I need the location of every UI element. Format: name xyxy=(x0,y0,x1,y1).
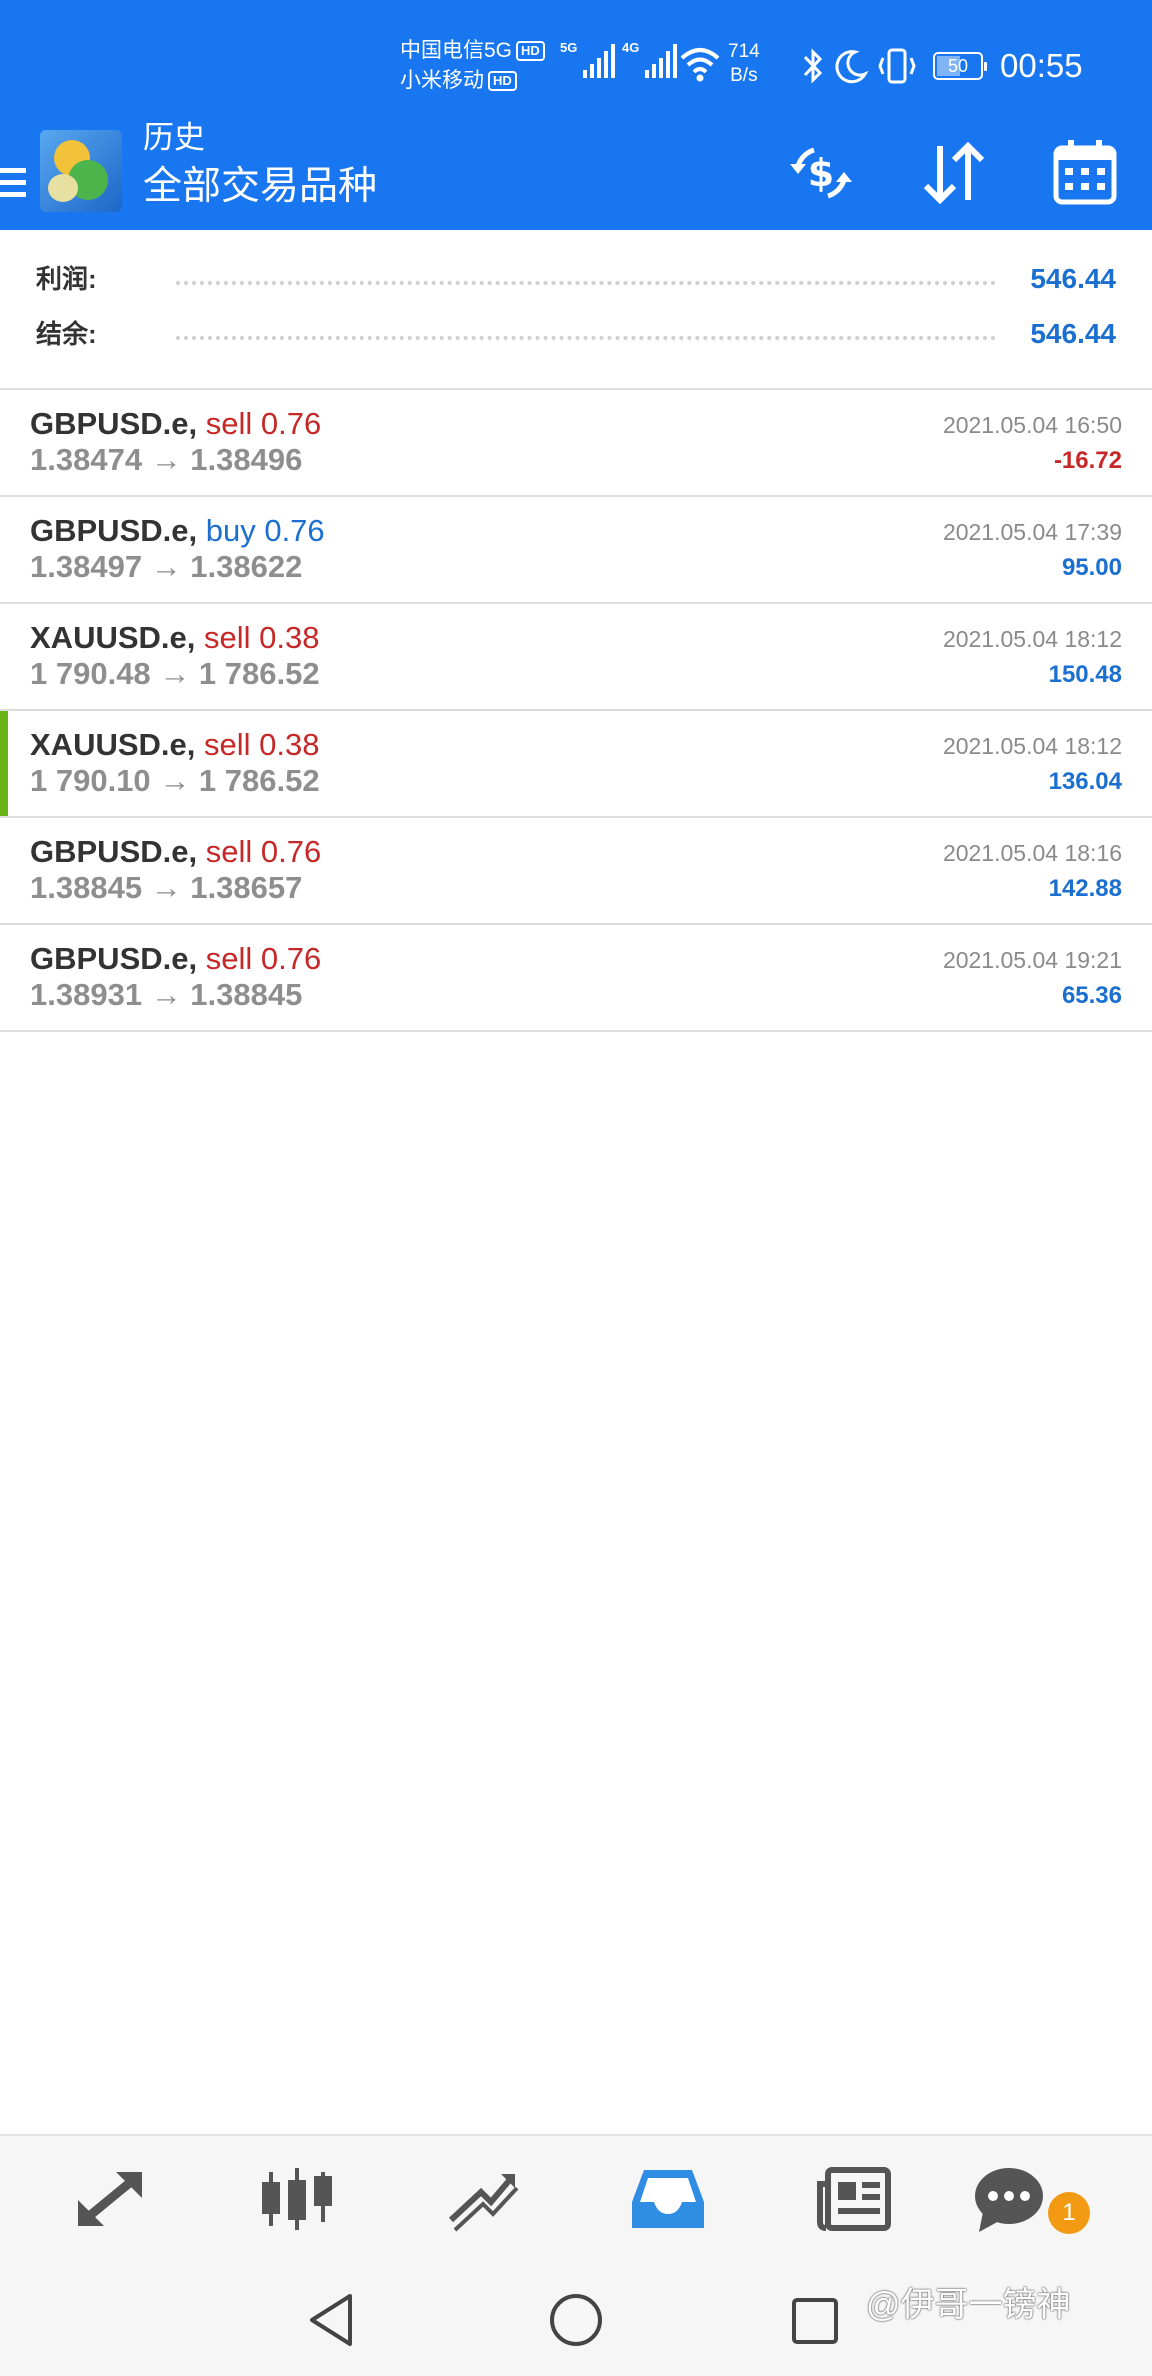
dotted-leader xyxy=(176,336,996,340)
trade-side: sell 0.76 xyxy=(205,834,322,869)
trade-prices: 1 790.10 → 1 786.52 xyxy=(30,763,320,798)
trade-time: 2021.05.04 18:16 xyxy=(942,840,1122,866)
trade-side: sell 0.76 xyxy=(205,406,322,441)
trade-profit: 95.00 xyxy=(1061,554,1122,581)
clock: 00:55 xyxy=(1000,47,1083,84)
symbol-filter[interactable]: 全部交易品种 xyxy=(143,162,377,212)
trade-prices: 1.38474 → 1.38496 xyxy=(30,442,303,477)
signal-4g-icon: 4G xyxy=(622,40,678,78)
page-title: 历史 xyxy=(143,120,205,155)
trade-row[interactable]: GBPUSD.e, buy 0.76 1.38497 → 1.38622 202… xyxy=(0,497,1152,604)
dotted-leader xyxy=(176,281,996,285)
trade-time: 2021.05.04 19:21 xyxy=(942,947,1122,973)
trade-time: 2021.05.04 18:12 xyxy=(942,733,1122,759)
home-icon[interactable] xyxy=(548,2292,604,2348)
trade-prices: 1.38931 → 1.38845 xyxy=(30,977,303,1012)
summary-panel: 利润: 546.44 结余: 546.44 xyxy=(0,230,1152,390)
svg-text:$: $ xyxy=(808,151,834,195)
trade-prices: 1 790.48 → 1 786.52 xyxy=(30,656,320,691)
quotes-icon[interactable] xyxy=(72,2164,152,2234)
carrier-2: 小米移动 xyxy=(400,69,484,92)
trade-time: 2021.05.04 16:50 xyxy=(942,412,1122,438)
currency-exchange-icon[interactable]: $ xyxy=(784,138,858,208)
trade-symbol: GBPUSD.e, xyxy=(30,834,198,869)
trade-symbol: GBPUSD.e, xyxy=(30,513,198,548)
carrier-1: 中国电信5G xyxy=(400,39,513,62)
bottom-navigation: 1 xyxy=(0,2134,1152,2262)
speed-unit: B/s xyxy=(730,65,758,86)
signal-label: 4G xyxy=(622,40,640,55)
recents-icon[interactable] xyxy=(790,2296,840,2346)
trade-time: 2021.05.04 17:39 xyxy=(942,519,1122,545)
signal-5g-icon: 5G xyxy=(560,40,616,78)
balance-row: 结余: 546.44 xyxy=(36,314,1116,354)
battery-icon: 50 xyxy=(933,52,987,80)
trade-row[interactable]: GBPUSD.e, sell 0.76 1.38845 → 1.38657 20… xyxy=(0,818,1152,925)
trade-profit: -16.72 xyxy=(1053,447,1122,474)
profit-row: 利润: 546.44 xyxy=(36,259,1116,299)
app-logo xyxy=(40,130,122,212)
trade-history-list: GBPUSD.e, sell 0.76 1.38474 → 1.38496 20… xyxy=(0,390,1152,1032)
status-bar: 中国电信5G HD 小米移动 HD 5G 4G 714 B/s 50 00:55 xyxy=(0,0,1152,130)
trade-profit: 65.36 xyxy=(1061,982,1122,1009)
signal-label: 5G xyxy=(560,40,578,55)
back-icon[interactable] xyxy=(306,2292,358,2348)
calendar-icon[interactable] xyxy=(1052,138,1118,208)
trade-symbol: XAUUSD.e, xyxy=(30,727,196,762)
app-bar: 历史 全部交易品种 $ xyxy=(0,120,1152,230)
trade-time: 2021.05.04 18:12 xyxy=(942,626,1122,652)
profit-value: 546.44 xyxy=(1030,263,1116,294)
trade-row-selected[interactable]: XAUUSD.e, sell 0.38 1 790.10 → 1 786.52 … xyxy=(0,711,1152,818)
trade-symbol: GBPUSD.e, xyxy=(30,941,198,976)
watermark: @伊哥一镑神 xyxy=(866,2286,1071,2324)
trade-side: buy 0.76 xyxy=(205,513,325,548)
balance-value: 546.44 xyxy=(1030,318,1116,349)
balance-label: 结余: xyxy=(36,319,97,349)
battery-level: 50 xyxy=(947,56,969,76)
trade-row[interactable]: GBPUSD.e, sell 0.76 1.38474 → 1.38496 20… xyxy=(0,390,1152,497)
news-icon[interactable] xyxy=(814,2164,894,2234)
trade-profit: 150.48 xyxy=(1048,661,1122,688)
profit-label: 利润: xyxy=(36,264,97,294)
trade-symbol: GBPUSD.e, xyxy=(30,406,198,441)
vibrate-icon xyxy=(878,48,916,84)
network-speed: 714 B/s xyxy=(728,40,760,88)
speed-value: 714 xyxy=(728,41,760,62)
trade-prices: 1.38845 → 1.38657 xyxy=(30,870,303,905)
chat-icon[interactable] xyxy=(969,2164,1049,2234)
chat-badge: 1 xyxy=(1048,2192,1090,2234)
trade-side: sell 0.38 xyxy=(204,727,320,762)
trade-side: sell 0.38 xyxy=(204,620,320,655)
trade-icon[interactable] xyxy=(443,2164,523,2234)
chart-icon[interactable] xyxy=(257,2164,337,2234)
carrier-info: 中国电信5G HD 小米移动 HD xyxy=(400,36,545,96)
trade-row[interactable]: GBPUSD.e, sell 0.76 1.38931 → 1.38845 20… xyxy=(0,925,1152,1032)
sort-icon[interactable] xyxy=(918,138,990,208)
hd-badge: HD xyxy=(516,41,545,62)
menu-icon[interactable] xyxy=(0,150,30,200)
hd-badge: HD xyxy=(488,71,517,92)
trade-symbol: XAUUSD.e, xyxy=(30,620,196,655)
trade-profit: 136.04 xyxy=(1048,768,1122,795)
trade-row[interactable]: XAUUSD.e, sell 0.38 1 790.48 → 1 786.52 … xyxy=(0,604,1152,711)
bluetooth-icon xyxy=(803,48,823,84)
trade-side: sell 0.76 xyxy=(205,941,322,976)
trade-profit: 142.88 xyxy=(1048,875,1122,902)
selection-indicator xyxy=(0,711,8,816)
moon-icon xyxy=(835,50,869,84)
wifi-icon xyxy=(680,48,720,82)
history-icon[interactable] xyxy=(628,2164,708,2234)
trade-prices: 1.38497 → 1.38622 xyxy=(30,549,303,584)
